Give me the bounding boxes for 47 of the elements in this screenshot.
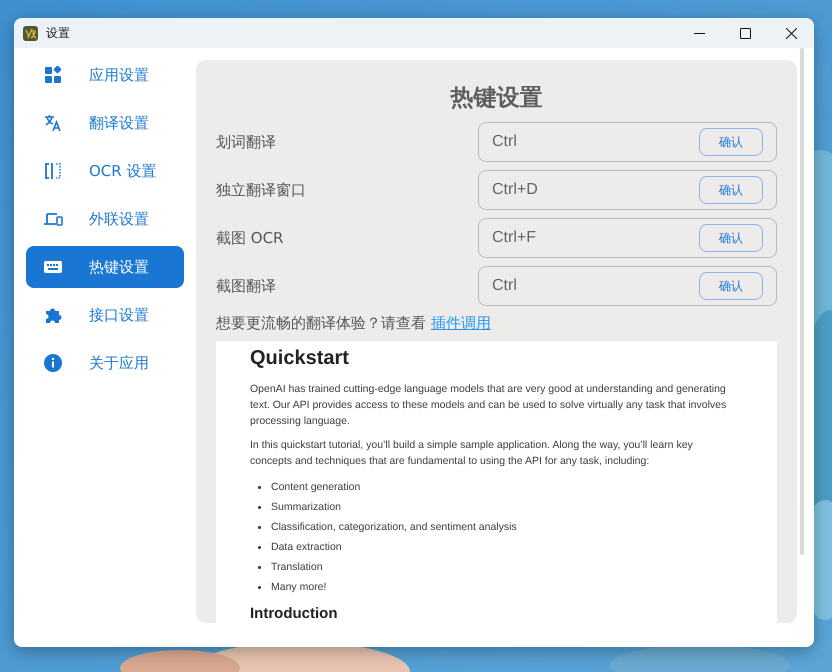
bullet-icon (258, 486, 261, 489)
bullet-icon (258, 566, 261, 569)
hint-text: 想要更流畅的翻译体验？请查看 插件调用 (216, 314, 492, 333)
doc-subheading: Introduction (250, 605, 338, 622)
doc-paragraph: OpenAI has trained cutting-edge language models that are very good at understanding and generating text. Our API provides access to these models and can be used to solve virtually any task that involves processing language. (250, 382, 728, 429)
bullet-icon (258, 526, 261, 529)
sidebar-item[interactable]: 接口设置 (26, 294, 184, 336)
doc-paragraph: In this quickstart tutorial, you’ll build a simple sample application. Along the way, you’ll learn key concepts and techniques that are fundamental to using the API for any task, including: (250, 438, 694, 469)
sidebar-item[interactable]: 应用设置 (26, 54, 184, 96)
window-title: 设置 (46, 24, 71, 42)
hotkey-label: 独立翻译窗口 (216, 180, 306, 200)
hotkey-label: 截图翻译 (216, 276, 276, 296)
sidebar-item[interactable]: 热键设置 (26, 246, 184, 288)
section-title: 热键设置 (449, 84, 544, 113)
hotkey-field[interactable]: Ctrl+D 确认 (478, 170, 777, 210)
apps-icon (43, 65, 63, 85)
confirm-button[interactable]: 确认 (699, 224, 763, 252)
bullet-icon (258, 506, 261, 509)
app-logo-icon (23, 26, 38, 40)
hotkey-label: 截图 OCR (216, 228, 284, 248)
list-item: Many more! (271, 580, 326, 595)
hotkey-label: 划词翻译 (216, 132, 276, 152)
sidebar-item[interactable]: 外联设置 (26, 198, 184, 240)
hotkey-field[interactable]: Ctrl 确认 (478, 266, 777, 306)
translate-icon (43, 113, 63, 133)
list-item: Content generation (271, 480, 360, 495)
list-item: Data extraction (271, 540, 342, 555)
confirm-button[interactable]: 确认 (699, 128, 763, 156)
doc-heading: Quickstart (250, 347, 350, 370)
hotkey-field[interactable]: Ctrl 确认 (478, 122, 777, 162)
bullet-icon (258, 546, 261, 549)
hotkey-field[interactable]: Ctrl+F 确认 (478, 218, 777, 258)
info-icon (43, 353, 63, 373)
plugin-link[interactable]: 插件调用 (430, 314, 491, 332)
list-item: Classification, categorization, and sentiment analysis (271, 520, 517, 535)
confirm-button[interactable]: 确认 (699, 272, 763, 300)
scrollbar[interactable] (800, 48, 804, 555)
split-panel-icon (43, 161, 63, 181)
close-icon (786, 28, 796, 38)
maximize-icon (740, 28, 750, 38)
bullet-icon (258, 586, 261, 589)
list-item: Summarization (271, 500, 342, 515)
sidebar-item[interactable]: 关于应用 (26, 342, 184, 384)
list-item: Translation (271, 560, 323, 575)
sidebar-item[interactable]: 翻译设置 (26, 102, 184, 144)
confirm-button[interactable]: 确认 (699, 176, 763, 204)
sidebar-item[interactable]: OCR 设置 (26, 150, 184, 192)
